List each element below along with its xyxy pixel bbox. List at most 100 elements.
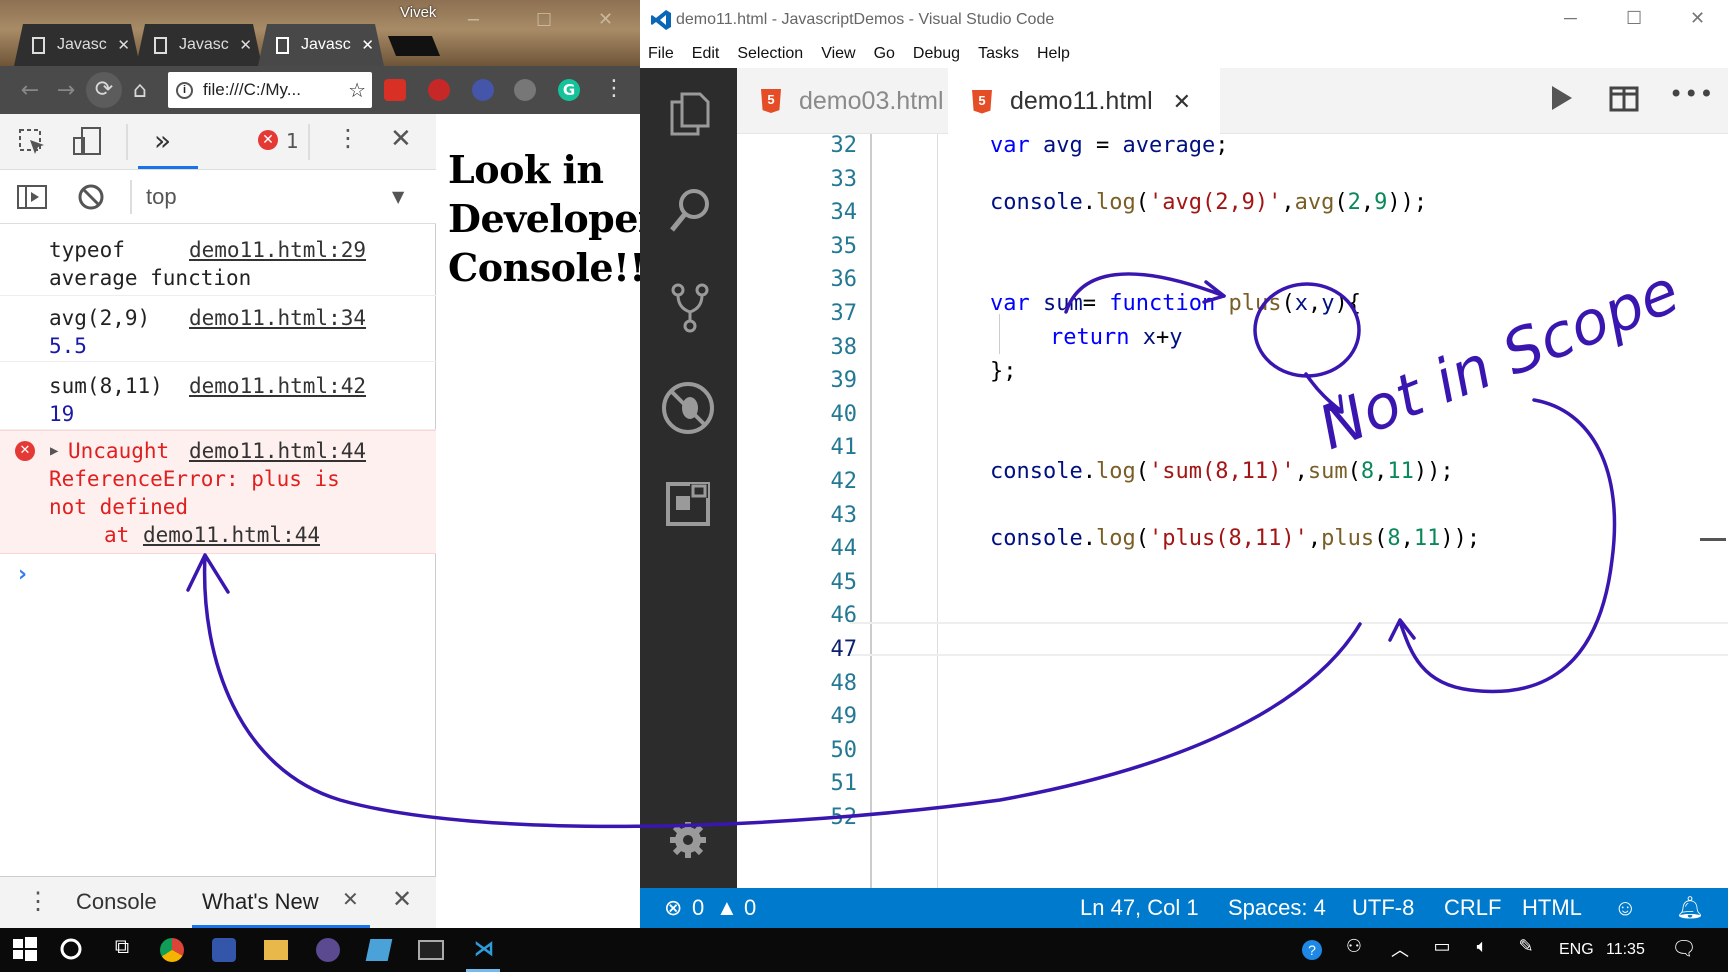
more-tabs-icon[interactable]: » xyxy=(154,124,171,157)
task-view-icon[interactable]: ⧉ xyxy=(108,936,136,964)
minimize-icon[interactable]: ─ xyxy=(468,10,479,31)
device-toolbar-icon[interactable] xyxy=(72,126,104,158)
command-prompt-icon[interactable] xyxy=(418,940,444,960)
close-tab-icon[interactable]: ✕ xyxy=(117,36,130,54)
address-bar[interactable]: i file:///C:/My... ☆ xyxy=(168,72,372,108)
context-select[interactable]: top xyxy=(146,184,177,210)
feedback-smiley-icon[interactable]: ☺ xyxy=(1614,895,1636,921)
source-link[interactable]: demo11.html:42 xyxy=(189,374,366,398)
clear-console-icon[interactable] xyxy=(76,182,106,212)
menu-help[interactable]: Help xyxy=(1037,45,1070,63)
minimize-icon[interactable]: ─ xyxy=(1564,8,1577,29)
browser-tab-1[interactable]: Javasc ✕ xyxy=(14,24,140,66)
pen-icon[interactable]: ✎ xyxy=(1512,936,1540,964)
inspect-element-icon[interactable] xyxy=(18,128,48,158)
run-icon[interactable] xyxy=(1552,86,1572,110)
sidebar-toggle-icon[interactable] xyxy=(16,184,48,210)
lightbulb-extension-icon[interactable] xyxy=(514,79,536,101)
back-icon[interactable]: ← xyxy=(12,78,48,103)
gmail-extension-icon[interactable] xyxy=(384,79,406,101)
language-mode[interactable]: HTML xyxy=(1522,895,1582,921)
grammarly-icon[interactable]: G xyxy=(558,79,580,101)
close-window-icon[interactable]: ✕ xyxy=(598,9,613,30)
close-window-icon[interactable]: ✕ xyxy=(1690,8,1705,29)
notifications-bell-icon[interactable]: 🔔︎ xyxy=(1676,895,1704,921)
settings-gear-icon[interactable] xyxy=(668,820,708,860)
maximize-icon[interactable]: ☐ xyxy=(1626,8,1642,29)
menu-tasks[interactable]: Tasks xyxy=(978,45,1019,63)
browser-tab-3[interactable]: Javasc ✕ xyxy=(258,24,384,66)
console-prompt[interactable]: › xyxy=(18,562,27,587)
encoding[interactable]: UTF-8 xyxy=(1352,895,1414,921)
errors-icon[interactable]: ⊗ xyxy=(664,895,682,921)
search-icon[interactable] xyxy=(668,186,712,234)
split-editor-icon[interactable] xyxy=(1609,86,1639,112)
file-explorer-icon[interactable] xyxy=(264,940,288,960)
people-icon[interactable]: ⚇ xyxy=(1340,936,1368,964)
home-icon[interactable]: ⌂ xyxy=(122,78,158,103)
reload-icon[interactable]: ⟳ xyxy=(86,72,122,108)
source-control-icon[interactable] xyxy=(670,282,710,334)
cortana-icon[interactable] xyxy=(58,936,86,964)
error-count[interactable]: 1 xyxy=(286,129,299,153)
tab-demo11[interactable]: 5 demo11.html ✕ xyxy=(948,68,1220,135)
bookmark-star-icon[interactable]: ☆ xyxy=(348,78,366,103)
warning-count[interactable]: 0 xyxy=(744,895,756,921)
visual-studio-taskbar-icon[interactable] xyxy=(212,938,236,962)
stack-source-link[interactable]: demo11.html:44 xyxy=(143,523,320,547)
debug-icon[interactable] xyxy=(660,380,716,436)
expand-triangle-icon[interactable]: ▶ xyxy=(50,443,58,459)
extension-icon[interactable] xyxy=(428,79,450,101)
explorer-icon[interactable] xyxy=(668,90,710,136)
extension-icon[interactable] xyxy=(472,79,494,101)
menu-go[interactable]: Go xyxy=(874,45,895,63)
help-icon[interactable]: ? xyxy=(1302,940,1322,960)
info-icon[interactable]: i xyxy=(176,81,193,99)
close-drawer-tab-icon[interactable]: ✕ xyxy=(342,887,359,912)
close-tab-icon[interactable]: ✕ xyxy=(1173,89,1191,115)
browser-tab-2[interactable]: Javasc ✕ xyxy=(136,24,262,66)
input-language[interactable]: ENG xyxy=(1559,941,1594,959)
drawer-tab-console[interactable]: Console xyxy=(76,889,157,915)
error-count[interactable]: 0 xyxy=(692,895,704,921)
code-editor[interactable]: 32 33 34 35 36 37 38 39 40 41 42 43 44 45 46 47 48 49 50 51… xyxy=(737,133,1728,888)
vscode-taskbar-icon[interactable]: ⋊ xyxy=(470,936,498,964)
menu-selection[interactable]: Selection xyxy=(737,45,803,63)
source-link[interactable]: demo11.html:44 xyxy=(189,439,366,463)
menu-file[interactable]: File xyxy=(648,45,674,63)
menu-edit[interactable]: Edit xyxy=(692,45,720,63)
error-icon[interactable]: ✕ xyxy=(258,130,278,150)
chrome-menu-icon[interactable]: ⋮ xyxy=(603,76,625,101)
warning-icon[interactable]: ▲ xyxy=(716,895,738,921)
menu-debug[interactable]: Debug xyxy=(913,45,960,63)
chrome-taskbar-icon[interactable] xyxy=(160,938,184,962)
devtools-menu-icon[interactable]: ⋮ xyxy=(336,124,360,152)
profile-name[interactable]: Vivek xyxy=(400,4,436,21)
eclipse-icon[interactable] xyxy=(316,938,340,962)
action-center-icon[interactable]: 🗨︎ xyxy=(1670,936,1698,964)
drawer-menu-icon[interactable]: ⋮ xyxy=(26,887,50,916)
maximize-icon[interactable]: ☐ xyxy=(536,10,552,31)
tab-demo03[interactable]: 5 demo03.html xyxy=(761,68,944,134)
clock[interactable]: 11:35 xyxy=(1606,941,1645,959)
close-devtools-icon[interactable]: ✕ xyxy=(390,124,412,154)
volume-icon[interactable]: 🔈︎ xyxy=(1468,936,1496,964)
indentation[interactable]: Spaces: 4 xyxy=(1228,895,1326,921)
extensions-icon[interactable] xyxy=(666,482,710,526)
close-tab-icon[interactable]: ✕ xyxy=(239,36,252,54)
more-actions-icon[interactable]: ••• xyxy=(1669,80,1714,108)
line-endings[interactable]: CRLF xyxy=(1444,895,1501,921)
new-tab-button[interactable] xyxy=(387,36,441,56)
source-link[interactable]: demo11.html:29 xyxy=(189,238,366,262)
battery-icon[interactable]: ▭ xyxy=(1428,936,1456,964)
close-drawer-icon[interactable]: ✕ xyxy=(392,885,412,914)
source-link[interactable]: demo11.html:34 xyxy=(189,306,366,330)
cursor-position[interactable]: Ln 47, Col 1 xyxy=(1080,895,1199,921)
notepad-icon[interactable] xyxy=(365,939,393,961)
windows-start-icon[interactable] xyxy=(12,936,40,964)
drawer-tab-whats-new[interactable]: What's New xyxy=(202,889,319,915)
forward-icon[interactable]: → xyxy=(48,78,84,103)
show-hidden-icons[interactable]: ︿ xyxy=(1386,936,1414,964)
close-tab-icon[interactable]: ✕ xyxy=(361,36,374,54)
context-dropdown-icon[interactable]: ▼ xyxy=(392,187,404,206)
